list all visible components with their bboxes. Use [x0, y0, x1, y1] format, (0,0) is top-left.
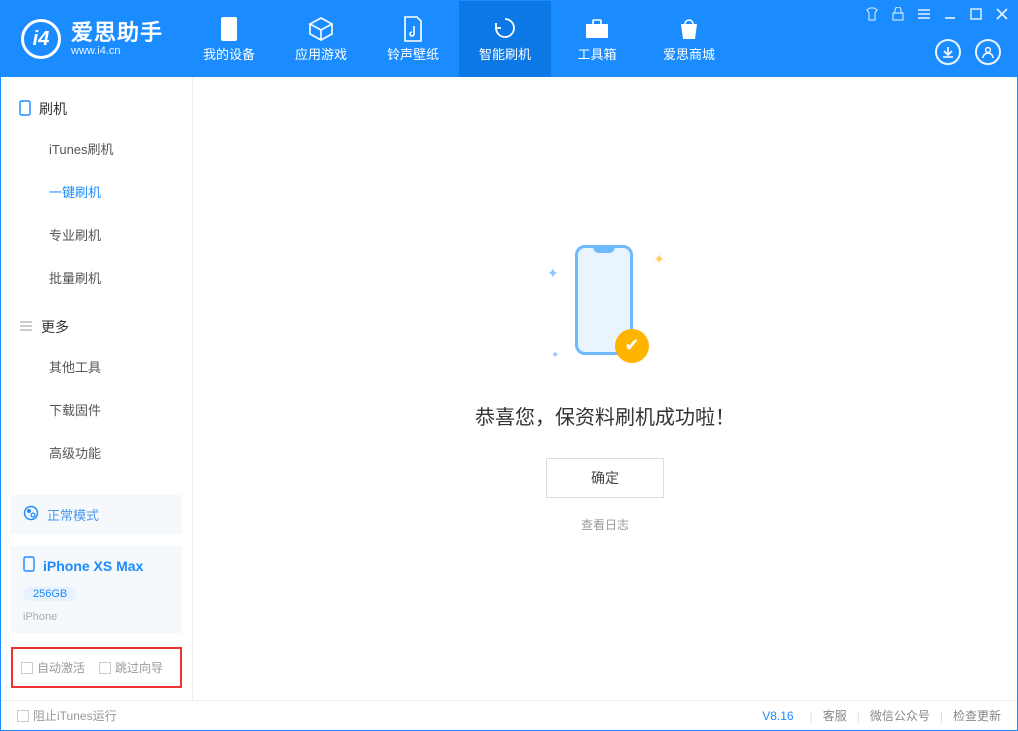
maximize-button[interactable] [967, 5, 985, 23]
device-name-row: iPhone XS Max [23, 556, 143, 575]
nav-label: 应用游戏 [295, 44, 347, 63]
footer-link-wechat[interactable]: 微信公众号 [870, 707, 930, 724]
footer-link-check-update[interactable]: 检查更新 [953, 707, 1001, 724]
list-icon [19, 319, 33, 335]
success-message: 恭喜您，保资料刷机成功啦！ [475, 401, 735, 430]
checkbox-icon [17, 710, 29, 722]
mode-panel[interactable]: 正常模式 [11, 495, 182, 534]
bag-icon [676, 16, 702, 42]
nav-store[interactable]: 爱思商城 [643, 1, 735, 77]
toolbox-icon [584, 16, 610, 42]
cube-icon [308, 16, 334, 42]
view-log-link[interactable]: 查看日志 [581, 516, 629, 533]
sparkle-icon: ✦ [653, 251, 665, 268]
menu-icon[interactable] [915, 5, 933, 23]
download-icon[interactable] [935, 39, 961, 65]
device-type-label: iPhone [23, 611, 57, 623]
nav-label: 智能刷机 [479, 44, 531, 63]
device-phone-icon [23, 556, 35, 575]
check-badge-icon: ✔ [615, 329, 649, 363]
app-title: 爱思助手 [71, 21, 163, 45]
footer-link-support[interactable]: 客服 [823, 707, 847, 724]
footer-right: V8.16 | 客服 | 微信公众号 | 检查更新 [762, 707, 1001, 724]
mode-icon [23, 505, 39, 524]
sidebar: 刷机 iTunes刷机 一键刷机 专业刷机 批量刷机 更多 其他工具 下载固件 … [1, 77, 193, 700]
sidebar-item-itunes-flash[interactable]: iTunes刷机 [49, 127, 192, 170]
body: 刷机 iTunes刷机 一键刷机 专业刷机 批量刷机 更多 其他工具 下载固件 … [1, 77, 1017, 700]
phone-notch-icon [593, 245, 615, 253]
nav-label: 我的设备 [203, 44, 255, 63]
nav-label: 铃声壁纸 [387, 44, 439, 63]
device-icon [216, 16, 242, 42]
logo-text: 爱思助手 www.i4.cn [71, 21, 163, 57]
sidebar-item-one-click-flash[interactable]: 一键刷机 [49, 170, 192, 213]
header-right-icons [935, 39, 1001, 65]
nav-toolbox[interactable]: 工具箱 [551, 1, 643, 77]
version-label: V8.16 [762, 709, 793, 723]
device-name-label: iPhone XS Max [43, 558, 143, 574]
sidebar-items-more: 其他工具 下载固件 高级功能 [1, 345, 192, 474]
main-content: ✦ ✦ ✦ ✔ 恭喜您，保资料刷机成功啦！ 确定 查看日志 [193, 77, 1017, 700]
auto-activate-label: 自动激活 [37, 659, 85, 676]
checkbox-icon [99, 662, 111, 674]
logo-icon: i4 [21, 19, 61, 59]
skip-guide-label: 跳过向导 [115, 659, 163, 676]
skip-guide-checkbox[interactable]: 跳过向导 [99, 659, 163, 676]
top-nav: 我的设备 应用游戏 铃声壁纸 智能刷机 工具箱 爱思商城 [183, 1, 735, 77]
close-button[interactable] [993, 5, 1011, 23]
sidebar-item-batch-flash[interactable]: 批量刷机 [49, 256, 192, 299]
sidebar-items-flash: iTunes刷机 一键刷机 专业刷机 批量刷机 [1, 127, 192, 299]
music-file-icon [400, 16, 426, 42]
sidebar-item-pro-flash[interactable]: 专业刷机 [49, 213, 192, 256]
section-title-label: 更多 [41, 317, 69, 337]
lock-icon[interactable] [889, 5, 907, 23]
auto-activate-checkbox[interactable]: 自动激活 [21, 659, 85, 676]
phone-small-icon [19, 100, 31, 119]
sidebar-section-more: 更多 [1, 309, 192, 345]
device-capacity-badge: 256GB [23, 587, 77, 601]
block-itunes-label: 阻止iTunes运行 [33, 707, 117, 724]
block-itunes-checkbox[interactable]: 阻止iTunes运行 [17, 707, 117, 724]
sidebar-item-other-tools[interactable]: 其他工具 [49, 345, 192, 388]
user-icon[interactable] [975, 39, 1001, 65]
nav-apps-games[interactable]: 应用游戏 [275, 1, 367, 77]
nav-my-device[interactable]: 我的设备 [183, 1, 275, 77]
nav-ringtone-wallpaper[interactable]: 铃声壁纸 [367, 1, 459, 77]
success-illustration: ✦ ✦ ✦ ✔ [545, 245, 665, 375]
sidebar-item-download-firmware[interactable]: 下载固件 [49, 388, 192, 431]
nav-label: 爱思商城 [663, 44, 715, 63]
sidebar-item-advanced[interactable]: 高级功能 [49, 431, 192, 474]
nav-smart-flash[interactable]: 智能刷机 [459, 1, 551, 77]
app-subtitle: www.i4.cn [71, 45, 163, 57]
nav-label: 工具箱 [578, 44, 617, 63]
sparkle-icon: ✦ [551, 350, 559, 361]
header: i4 爱思助手 www.i4.cn 我的设备 应用游戏 铃声壁纸 智能刷机 [1, 1, 1017, 77]
sidebar-section-flash: 刷机 [1, 91, 192, 127]
mode-label: 正常模式 [47, 505, 99, 524]
section-title-label: 刷机 [39, 99, 67, 119]
app-window: i4 爱思助手 www.i4.cn 我的设备 应用游戏 铃声壁纸 智能刷机 [0, 0, 1018, 731]
minimize-button[interactable] [941, 5, 959, 23]
device-panel[interactable]: iPhone XS Max 256GB iPhone [11, 546, 182, 633]
window-controls [863, 5, 1011, 23]
footer: 阻止iTunes运行 V8.16 | 客服 | 微信公众号 | 检查更新 [1, 700, 1017, 730]
sparkle-icon: ✦ [547, 265, 559, 282]
refresh-shield-icon [492, 16, 518, 42]
options-box: 自动激活 跳过向导 [11, 647, 182, 688]
shirt-icon[interactable] [863, 5, 881, 23]
logo-area: i4 爱思助手 www.i4.cn [1, 1, 183, 77]
checkbox-icon [21, 662, 33, 674]
confirm-button[interactable]: 确定 [546, 458, 664, 498]
